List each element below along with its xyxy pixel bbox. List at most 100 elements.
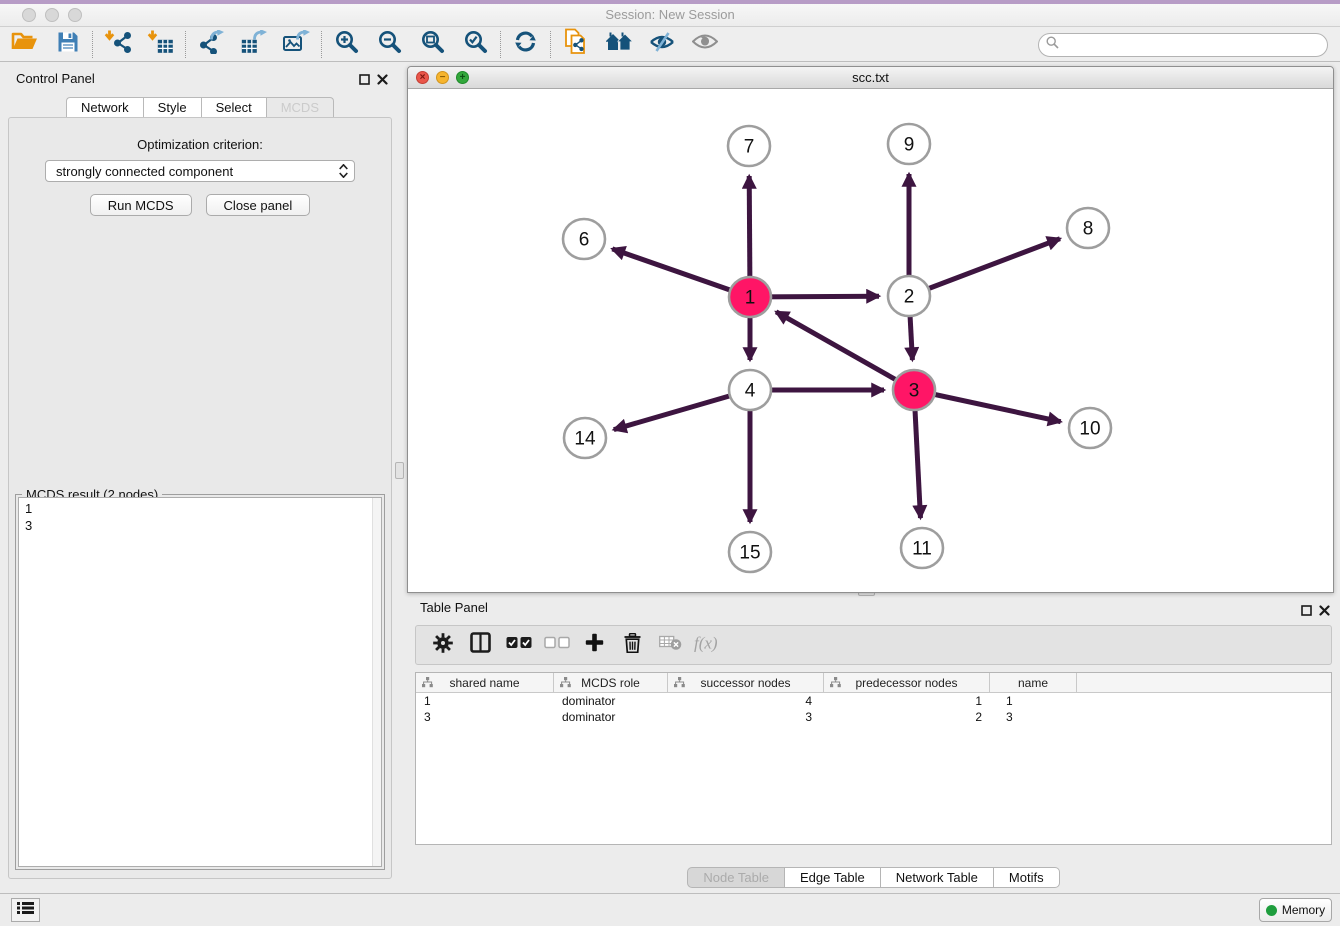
float-panel-icon[interactable] [359, 72, 370, 90]
cell[interactable]: 4 [668, 693, 824, 709]
tab-edge-table[interactable]: Edge Table [784, 867, 880, 888]
cell[interactable]: 1 [990, 693, 1077, 709]
control-panel: Control Panel NetworkStyleSelectMCDS Opt… [6, 66, 394, 883]
zoom-out-button[interactable] [368, 29, 411, 60]
node-3[interactable]: 3 [893, 370, 935, 410]
node-15[interactable]: 15 [729, 532, 771, 572]
tab-mcds[interactable]: MCDS [266, 97, 334, 118]
export-image-button[interactable] [275, 29, 318, 60]
maximize-window-button[interactable] [68, 8, 82, 22]
zoom-selected-button[interactable] [454, 29, 497, 60]
result-scrollbar[interactable] [372, 498, 381, 866]
network-maximize-button[interactable]: + [456, 71, 469, 84]
node-2[interactable]: 2 [888, 276, 930, 316]
cell[interactable]: 3 [668, 709, 824, 725]
function-icon: f(x) [693, 632, 725, 659]
cell[interactable]: 2 [824, 709, 990, 725]
run-mcds-button[interactable]: Run MCDS [90, 194, 192, 216]
tab-style[interactable]: Style [143, 97, 201, 118]
cell[interactable]: dominator [554, 693, 668, 709]
zoom-fit-button[interactable] [411, 29, 454, 60]
open-folder-button[interactable] [3, 29, 46, 60]
close-window-button[interactable] [22, 8, 36, 22]
node-10[interactable]: 10 [1069, 408, 1111, 448]
memory-button[interactable]: Memory [1259, 898, 1332, 922]
node-4[interactable]: 4 [729, 370, 771, 410]
tab-motifs[interactable]: Motifs [993, 867, 1060, 888]
save-button[interactable] [46, 29, 89, 60]
column-header-name[interactable]: name [990, 673, 1077, 692]
import-table-button[interactable] [139, 29, 182, 60]
tab-select[interactable]: Select [201, 97, 266, 118]
mcds-result-text[interactable]: 1 3 [18, 497, 382, 867]
network-close-button[interactable]: × [416, 71, 429, 84]
cell[interactable]: 3 [990, 709, 1077, 725]
deselect-all-button[interactable] [542, 630, 571, 660]
optimization-criterion-label: Optimization criterion: [9, 137, 391, 152]
edge-2-8[interactable] [909, 239, 1060, 296]
column-header-MCDS-role[interactable]: MCDS role [554, 673, 668, 692]
home-button[interactable] [597, 29, 640, 60]
network-window-title: scc.txt [408, 67, 1333, 88]
node-7[interactable]: 7 [728, 126, 770, 166]
hide-graphics-button[interactable] [640, 29, 683, 60]
optimization-criterion-dropdown[interactable]: strongly connected component [45, 160, 355, 182]
node-1[interactable]: 1 [729, 277, 771, 317]
delete-table-icon [659, 634, 682, 656]
svg-text:11: 11 [912, 539, 932, 560]
node-9[interactable]: 9 [888, 124, 930, 164]
svg-text:3: 3 [909, 381, 920, 402]
node-11[interactable]: 11 [901, 528, 943, 568]
close-panel-icon[interactable] [377, 72, 388, 90]
clone-network-button[interactable] [554, 29, 597, 60]
delete-table-button[interactable] [656, 630, 685, 660]
search-input[interactable] [1063, 38, 1313, 52]
task-history-button[interactable] [11, 898, 40, 922]
delete-button[interactable] [618, 630, 647, 660]
eye-button[interactable] [683, 29, 726, 60]
columns-button[interactable] [466, 630, 495, 660]
table-row[interactable]: 3dominator323 [416, 709, 1331, 725]
node-8[interactable]: 8 [1067, 208, 1109, 248]
edge-3-10[interactable] [914, 390, 1061, 422]
gear-button[interactable] [428, 630, 457, 660]
search-icon [1046, 36, 1059, 54]
network-canvas[interactable]: 7 9 6 8 1 2 4 3 14 10 15 11 [408, 89, 1333, 592]
column-header-predecessor-nodes[interactable]: predecessor nodes [824, 673, 990, 692]
toolbar-separator [550, 31, 551, 58]
network-minimize-button[interactable]: − [436, 71, 449, 84]
node-14[interactable]: 14 [564, 418, 606, 458]
cell[interactable]: 3 [416, 709, 554, 725]
hide-graphics-icon [649, 31, 675, 58]
import-network-button[interactable] [96, 29, 139, 60]
network-window-titlebar[interactable]: × − + scc.txt [408, 67, 1333, 89]
close-panel-icon[interactable] [1319, 603, 1330, 621]
add-button[interactable] [580, 630, 609, 660]
tab-network-table[interactable]: Network Table [880, 867, 993, 888]
export-table-button[interactable] [232, 29, 275, 60]
search-field[interactable] [1038, 33, 1328, 57]
cell[interactable]: 1 [824, 693, 990, 709]
tab-node-table[interactable]: Node Table [687, 867, 784, 888]
minimize-window-button[interactable] [45, 8, 59, 22]
svg-text:8: 8 [1083, 219, 1094, 240]
refresh-button[interactable] [504, 29, 547, 60]
table-toolbar: f(x) [415, 625, 1332, 665]
close-panel-button[interactable]: Close panel [206, 194, 311, 216]
float-panel-icon[interactable] [1301, 603, 1312, 621]
column-header-shared-name[interactable]: shared name [416, 673, 554, 692]
cell[interactable]: 1 [416, 693, 554, 709]
save-icon [57, 31, 79, 58]
control-panel-tabs: NetworkStyleSelectMCDS [6, 97, 394, 118]
function-button[interactable]: f(x) [694, 630, 723, 660]
table-row[interactable]: 1dominator411 [416, 693, 1331, 709]
zoom-in-button[interactable] [325, 29, 368, 60]
vertical-splitter-handle[interactable] [395, 462, 404, 479]
export-network-button[interactable] [189, 29, 232, 60]
edge-3-1[interactable] [776, 312, 914, 390]
tab-network[interactable]: Network [66, 97, 143, 118]
cell[interactable]: dominator [554, 709, 668, 725]
select-all-button[interactable] [504, 630, 533, 660]
node-6[interactable]: 6 [563, 219, 605, 259]
column-header-successor-nodes[interactable]: successor nodes [668, 673, 824, 692]
